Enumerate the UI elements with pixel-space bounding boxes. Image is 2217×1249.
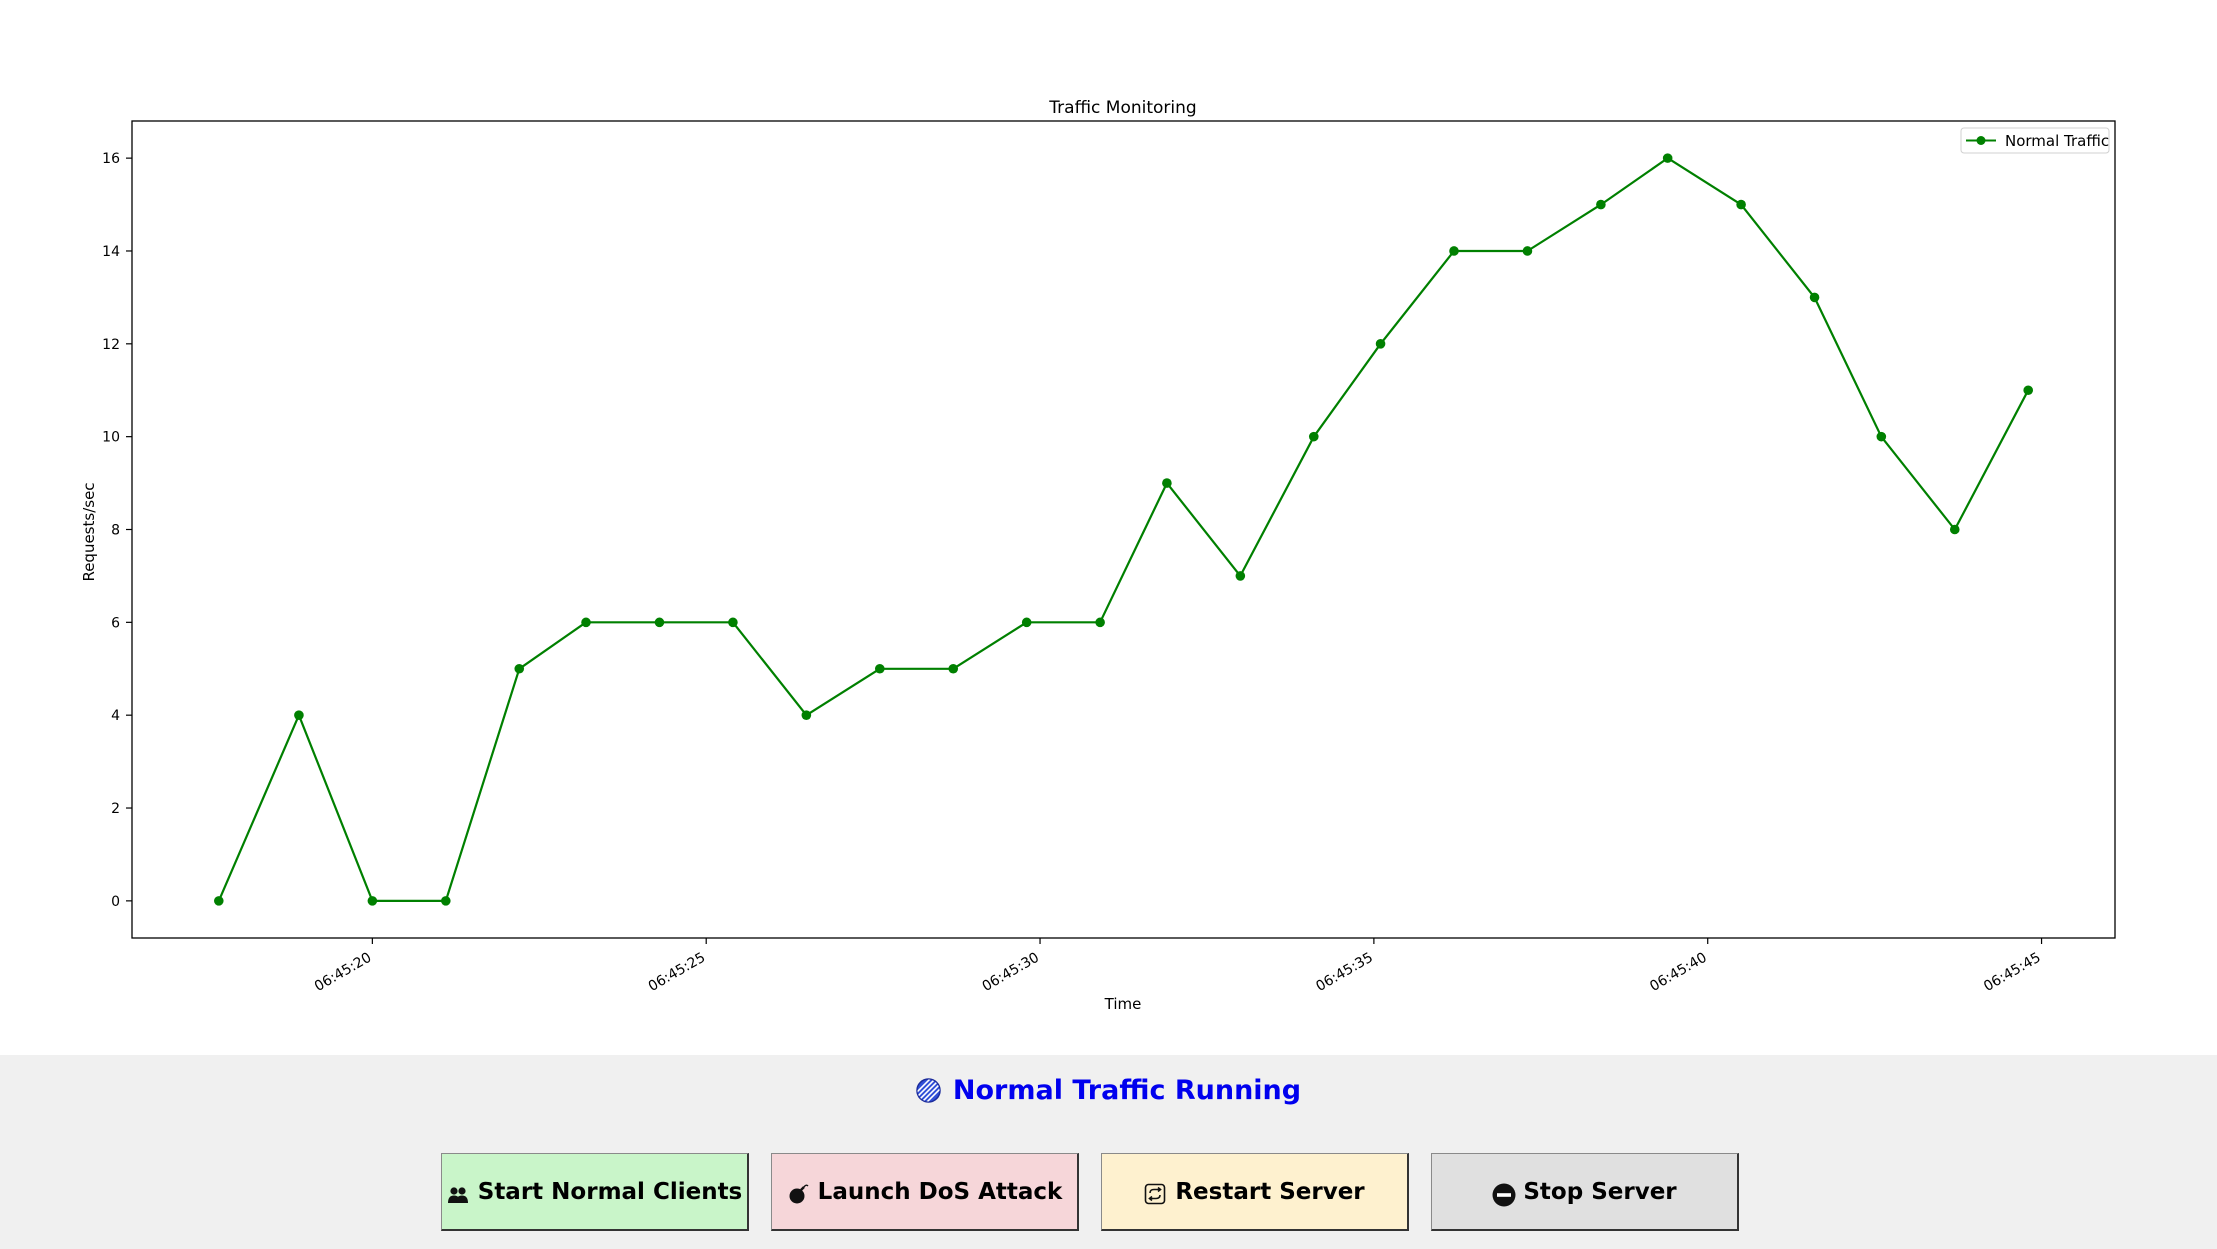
plot-frame (131, 120, 2116, 939)
stop-server-label: Stop Server (1523, 1178, 1677, 1205)
series-layer (213, 153, 2034, 906)
y-tick-label: 2 (111, 801, 120, 817)
data-point (1809, 292, 1820, 303)
data-point (1949, 524, 1960, 535)
y-tick-label: 4 (111, 708, 120, 724)
data-point (1596, 199, 1606, 210)
data-point (1095, 617, 1105, 628)
data-point (441, 896, 451, 906)
x-axis-label: Time (1104, 995, 1142, 1013)
no-entry-icon (1492, 1183, 1516, 1206)
axis-ticks: 0 2 4 6 8 10 12 14 16 06:45:20 06:45:25 06:45:30 06:… (102, 151, 2043, 995)
y-tick-label: 0 (111, 894, 120, 910)
data-point (874, 663, 885, 674)
repeat-icon (1144, 1183, 1166, 1205)
people-icon (447, 1183, 469, 1205)
chart-title: Traffic Monitoring (1048, 98, 1196, 118)
data-point (948, 663, 959, 674)
data-point (1162, 478, 1172, 488)
status-indicator: Normal Traffic Running (0, 1075, 2217, 1106)
bomb-icon (787, 1183, 809, 1205)
restart-server-button[interactable]: Restart Server (1101, 1153, 1409, 1231)
x-tick-label: 06:45:45 (1981, 950, 2043, 995)
x-tick-label: 06:45:20 (312, 950, 374, 995)
series-line (217, 157, 2030, 903)
axes (131, 120, 2116, 939)
data-point (294, 710, 304, 720)
start-normal-clients-label: Start Normal Clients (477, 1178, 743, 1205)
y-tick-label: 6 (111, 615, 120, 631)
y-tick-label: 8 (111, 523, 120, 539)
data-point (1235, 571, 1246, 581)
data-point (1021, 617, 1032, 628)
data-point (1736, 199, 1746, 210)
x-tick-label: 06:45:40 (1647, 950, 1709, 995)
x-tick-label: 06:45:25 (646, 950, 708, 995)
start-normal-clients-button[interactable]: Start Normal Clients (441, 1153, 749, 1231)
data-point (1522, 246, 1533, 256)
launch-dos-attack-label: Launch DoS Attack (817, 1178, 1063, 1205)
data-point (728, 617, 738, 628)
x-tick-label: 06:45:30 (980, 950, 1042, 995)
legend: Normal Traffic (1960, 127, 2110, 154)
legend-label: Normal Traffic (2005, 132, 2109, 150)
data-point (1449, 246, 1459, 256)
legend-marker (1976, 136, 1986, 145)
data-point (801, 710, 812, 720)
y-tick-label: 12 (102, 337, 120, 353)
y-tick-label: 14 (102, 244, 120, 260)
stop-server-button[interactable]: Stop Server (1431, 1153, 1739, 1231)
data-point (1308, 431, 1319, 442)
data-point (213, 896, 224, 906)
status-text: Normal Traffic Running (952, 1075, 1302, 1106)
y-tick-label: 16 (102, 151, 120, 167)
data-point (2023, 385, 2034, 396)
data-point (654, 617, 665, 628)
launch-dos-attack-button[interactable]: Launch DoS Attack (771, 1153, 1079, 1231)
data-point (1375, 339, 1386, 349)
x-tick-label: 06:45:35 (1313, 950, 1375, 995)
striped-circle-icon (916, 1078, 941, 1103)
y-axis-label: Requests/sec (80, 482, 98, 581)
chart-svg: Traffic Monitoring 0 2 4 6 8 10 12 14 16 06:45:20… (80, 98, 2116, 1013)
traffic-chart: Traffic Monitoring 0 2 4 6 8 10 12 14 16 06:45:20… (0, 0, 2217, 1055)
control-panel: Normal Traffic Running Start Normal Clie… (0, 1055, 2217, 1249)
restart-server-label: Restart Server (1175, 1178, 1365, 1205)
data-point (1876, 431, 1887, 442)
y-tick-label: 10 (102, 430, 120, 446)
data-point (1662, 153, 1673, 163)
data-point (367, 896, 378, 906)
data-point (514, 663, 525, 674)
data-point (581, 617, 591, 628)
